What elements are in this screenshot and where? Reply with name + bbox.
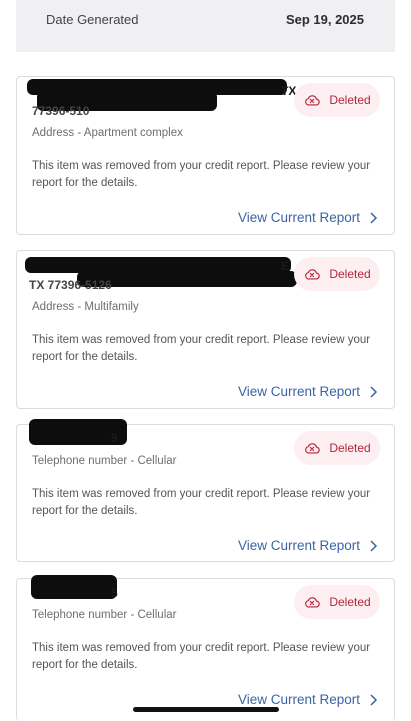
view-report-label: View Current Report bbox=[237, 384, 360, 399]
address-fragment: E bbox=[281, 259, 290, 273]
item-type: Telephone number - Cellular bbox=[32, 609, 177, 621]
item-description: This item was removed from your credit r… bbox=[32, 642, 371, 671]
view-current-report-link[interactable]: View Current Report bbox=[238, 384, 378, 399]
status-label: Deleted bbox=[329, 441, 371, 455]
chevron-right-icon bbox=[370, 539, 378, 552]
report-summary-row: Date Generated Sep 19, 2025 bbox=[16, 0, 395, 52]
credit-item-card: 5 Deleted Telephone number - Cellular Th… bbox=[16, 575, 395, 721]
date-generated-label: Date Generated bbox=[46, 12, 139, 27]
date-generated-value: Sep 19, 2025 bbox=[285, 12, 364, 27]
home-indicator[interactable] bbox=[133, 707, 279, 712]
view-current-report-link[interactable]: View Current Report bbox=[238, 538, 378, 553]
chevron-right-icon bbox=[370, 211, 378, 224]
item-description: This item was removed from your credit r… bbox=[32, 488, 371, 517]
view-current-report-link[interactable]: View Current Report bbox=[238, 692, 378, 707]
status-label: Deleted bbox=[329, 595, 371, 609]
credit-item-card: E TX 77396-5126 Deleted Address - Multif… bbox=[16, 250, 395, 409]
item-type: Telephone number - Cellular bbox=[32, 455, 177, 467]
item-type: Address - Apartment complex bbox=[32, 127, 183, 139]
deleted-status-badge: Deleted bbox=[294, 585, 380, 619]
item-description: This item was removed from your credit r… bbox=[32, 334, 371, 363]
item-type: Address - Multifamily bbox=[32, 301, 139, 313]
deleted-status-badge: Deleted bbox=[294, 257, 380, 291]
address-fragment: 77396-510 bbox=[32, 104, 90, 118]
deleted-status-badge: Deleted bbox=[294, 431, 380, 465]
address-fragment: TX 77396-5126 bbox=[29, 278, 112, 292]
cloud-x-icon bbox=[305, 269, 321, 280]
cloud-x-icon bbox=[305, 95, 321, 106]
status-label: Deleted bbox=[329, 267, 371, 281]
chevron-right-icon bbox=[370, 385, 378, 398]
cloud-x-icon bbox=[305, 443, 321, 454]
chevron-right-icon bbox=[370, 693, 378, 706]
credit-item-card: TX 77396-510 Deleted Address - Apartment… bbox=[16, 76, 395, 235]
view-report-label: View Current Report bbox=[237, 210, 360, 225]
deleted-status-badge: Deleted bbox=[294, 83, 380, 117]
cloud-x-icon bbox=[305, 597, 321, 608]
view-report-label: View Current Report bbox=[237, 538, 360, 553]
phone-fragment: 5 bbox=[111, 586, 118, 600]
redacted-phone bbox=[31, 575, 117, 599]
item-description: This item was removed from your credit r… bbox=[32, 160, 371, 189]
status-label: Deleted bbox=[329, 93, 371, 107]
credit-item-card: 9 Deleted Telephone number - Cellular Th… bbox=[16, 419, 395, 562]
view-current-report-link[interactable]: View Current Report bbox=[238, 210, 378, 225]
phone-fragment: 9 bbox=[111, 431, 118, 445]
view-report-label: View Current Report bbox=[237, 692, 360, 707]
